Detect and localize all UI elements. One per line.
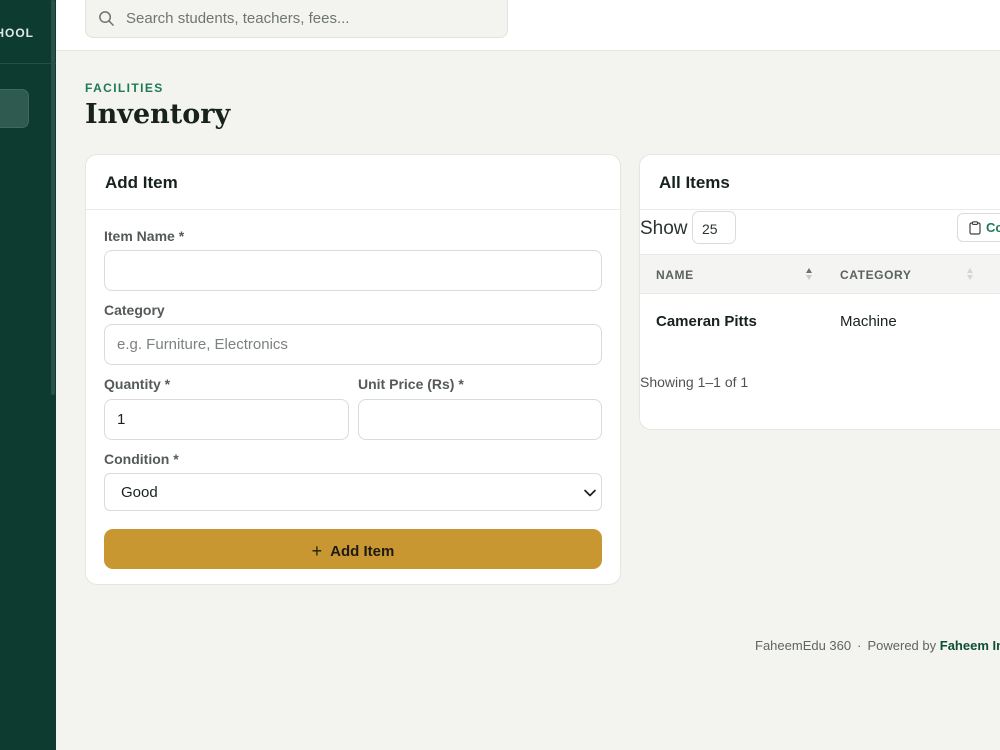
condition-label: Condition * — [104, 451, 179, 467]
all-items-card-title: All Items — [640, 155, 1000, 210]
table-header: NAME CATEGORY — [640, 254, 1000, 294]
search-box[interactable] — [85, 0, 508, 38]
cell-category: Machine — [840, 313, 897, 330]
topbar — [56, 0, 1000, 51]
sidebar-divider — [0, 63, 56, 64]
all-items-card: All Items Show 25 Co NAME CATEGORY Camer… — [639, 154, 1000, 430]
add-item-button[interactable]: + Add Item — [104, 529, 602, 569]
quantity-label: Quantity * — [104, 376, 171, 392]
page-eyebrow: FACILITIES — [85, 81, 164, 95]
plus-icon: + — [311, 541, 323, 561]
category-label: Category — [104, 302, 165, 318]
condition-select[interactable]: Good — [104, 473, 602, 511]
sort-icon[interactable] — [966, 265, 974, 283]
sidebar: HOOL — [0, 0, 56, 750]
cell-name: Cameran Pitts — [656, 313, 757, 330]
chevron-down-icon — [584, 489, 596, 497]
page-footer: FaheemEdu 360 · Powered by Faheem In — [755, 638, 1000, 653]
add-item-button-label: Add Item — [330, 543, 395, 560]
unit-price-label: Unit Price (Rs) * — [358, 376, 464, 392]
unit-price-input[interactable] — [358, 399, 602, 440]
search-icon — [99, 11, 114, 26]
search-input[interactable] — [126, 7, 496, 29]
item-name-input[interactable] — [104, 250, 602, 291]
condition-value: Good — [121, 484, 158, 501]
table-summary: Showing 1–1 of 1 — [640, 374, 749, 390]
page-size-select[interactable]: 25 — [692, 211, 736, 244]
category-input[interactable] — [104, 324, 602, 365]
add-item-card: Add Item Item Name * Category Quantity *… — [85, 154, 621, 585]
sidebar-scrollbar[interactable] — [51, 0, 55, 395]
page-title: Inventory — [85, 99, 231, 130]
quantity-input[interactable] — [104, 399, 349, 440]
sort-icon[interactable] — [805, 265, 813, 283]
footer-powered-link[interactable]: Faheem In — [940, 638, 1000, 653]
footer-separator: · — [857, 638, 862, 653]
item-name-label: Item Name * — [104, 228, 185, 244]
show-label: Show — [640, 218, 688, 239]
copy-button-label: Co — [986, 220, 1000, 235]
copy-button[interactable]: Co — [957, 213, 1000, 242]
column-header-category[interactable]: CATEGORY — [840, 268, 911, 282]
footer-powered-prefix: Powered by — [867, 638, 937, 653]
column-header-name[interactable]: NAME — [656, 268, 694, 282]
clipboard-icon — [969, 221, 981, 235]
footer-app-name: FaheemEdu 360 — [755, 638, 852, 653]
add-item-card-title: Add Item — [86, 155, 620, 210]
sidebar-item-active[interactable] — [0, 89, 29, 128]
sidebar-brand[interactable]: HOOL — [0, 26, 56, 40]
